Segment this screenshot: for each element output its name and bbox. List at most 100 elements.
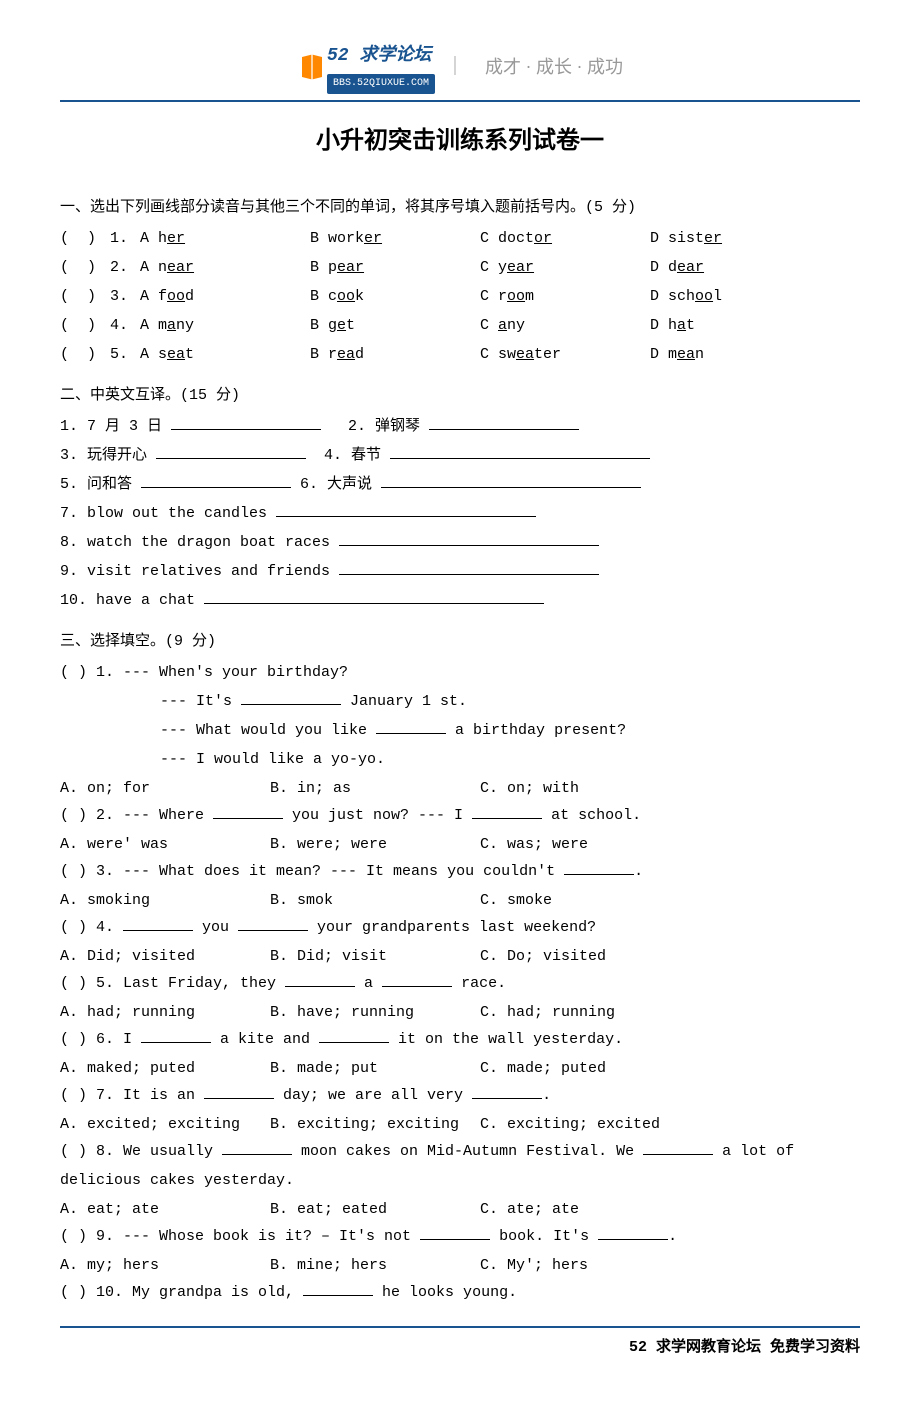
answer-blank[interactable] bbox=[420, 1225, 490, 1240]
divider-icon: | bbox=[449, 49, 461, 85]
answer-blank[interactable] bbox=[643, 1140, 713, 1155]
logo-url: BBS.52QIUXUE.COM bbox=[327, 74, 435, 94]
option-c: C. on; with bbox=[480, 775, 690, 802]
section1-heading: 一、选出下列画线部分读音与其他三个不同的单词，将其序号填入题前括号内。(5 分) bbox=[60, 194, 860, 221]
answer-blank[interactable] bbox=[472, 804, 542, 819]
q-num: 3. bbox=[110, 283, 140, 310]
option-b: B worker bbox=[310, 225, 480, 252]
answer-blank[interactable] bbox=[376, 719, 446, 734]
q-stem: --- I would like a yo-yo. bbox=[60, 746, 860, 773]
answer-bracket[interactable]: ( ) bbox=[60, 312, 110, 339]
answer-blank[interactable] bbox=[381, 473, 641, 488]
option-a: A. were' was bbox=[60, 831, 270, 858]
answer-blank[interactable] bbox=[204, 589, 544, 604]
table-row: ( ) 2. A near B pear C year D dear bbox=[60, 254, 860, 281]
answer-bracket[interactable]: ( ) bbox=[60, 254, 110, 281]
answer-blank[interactable] bbox=[564, 860, 634, 875]
answer-blank[interactable] bbox=[339, 560, 599, 575]
option-a: A. Did; visited bbox=[60, 943, 270, 970]
answer-blank[interactable] bbox=[319, 1028, 389, 1043]
answer-bracket[interactable]: ( ) bbox=[60, 283, 110, 310]
option-b: B cook bbox=[310, 283, 480, 310]
option-b: B. exciting; exciting bbox=[270, 1111, 480, 1138]
option-b: B pear bbox=[310, 254, 480, 281]
answer-blank[interactable] bbox=[382, 972, 452, 987]
q-label: 5. 问和答 bbox=[60, 476, 132, 493]
option-c: C. Do; visited bbox=[480, 943, 690, 970]
option-a: A her bbox=[140, 225, 310, 252]
option-c: C. My'; hers bbox=[480, 1252, 690, 1279]
option-b: B. Did; visit bbox=[270, 943, 480, 970]
q-stem: ( ) 9. --- Whose book is it? – It's not … bbox=[60, 1223, 860, 1250]
q-label: 1. 7 月 3 日 bbox=[60, 418, 162, 435]
option-b: B get bbox=[310, 312, 480, 339]
option-b: B. made; put bbox=[270, 1055, 480, 1082]
q-label: 7. blow out the candles bbox=[60, 505, 267, 522]
table-row: ( ) 1. A her B worker C doctor D sister bbox=[60, 225, 860, 252]
option-b: B read bbox=[310, 341, 480, 368]
options-row: A. my; hersB. mine; hersC. My'; hers bbox=[60, 1252, 860, 1279]
answer-blank[interactable] bbox=[171, 415, 321, 430]
answer-blank[interactable] bbox=[141, 1028, 211, 1043]
answer-blank[interactable] bbox=[141, 473, 291, 488]
answer-blank[interactable] bbox=[241, 690, 341, 705]
logo-text: 52 求学论坛 bbox=[327, 40, 431, 72]
option-b: B. smok bbox=[270, 887, 480, 914]
option-d: D hat bbox=[650, 312, 820, 339]
answer-blank[interactable] bbox=[472, 1084, 542, 1099]
answer-blank[interactable] bbox=[339, 531, 599, 546]
answer-blank[interactable] bbox=[222, 1140, 292, 1155]
q-label: 10. have a chat bbox=[60, 592, 195, 609]
answer-bracket[interactable]: ( ) bbox=[60, 341, 110, 368]
option-a: A. my; hers bbox=[60, 1252, 270, 1279]
tagline: 成才 · 成长 · 成功 bbox=[485, 51, 623, 83]
answer-bracket[interactable]: ( ) bbox=[60, 225, 110, 252]
answer-blank[interactable] bbox=[238, 916, 308, 931]
option-a: A near bbox=[140, 254, 310, 281]
q-stem: ( ) 3. --- What does it mean? --- It mea… bbox=[60, 858, 860, 885]
answer-blank[interactable] bbox=[285, 972, 355, 987]
options-row: A. had; runningB. have; runningC. had; r… bbox=[60, 999, 860, 1026]
q-stem: delicious cakes yesterday. bbox=[60, 1167, 860, 1194]
answer-blank[interactable] bbox=[429, 415, 579, 430]
q-stem: ( ) 5. Last Friday, they a race. bbox=[60, 970, 860, 997]
answer-blank[interactable] bbox=[276, 502, 536, 517]
q-stem: --- It's January 1 st. bbox=[60, 688, 860, 715]
book-icon bbox=[297, 52, 327, 82]
option-a: A. smoking bbox=[60, 887, 270, 914]
options-row: A. excited; excitingB. exciting; excitin… bbox=[60, 1111, 860, 1138]
q-stem: ( ) 8. We usually moon cakes on Mid-Autu… bbox=[60, 1138, 860, 1165]
option-d: D sister bbox=[650, 225, 820, 252]
option-c: C doctor bbox=[480, 225, 650, 252]
answer-blank[interactable] bbox=[204, 1084, 274, 1099]
option-d: D school bbox=[650, 283, 820, 310]
q-stem: ( ) 4. you your grandparents last weeken… bbox=[60, 914, 860, 941]
answer-blank[interactable] bbox=[213, 804, 283, 819]
q-label: 8. watch the dragon boat races bbox=[60, 534, 330, 551]
section2-heading: 二、中英文互译。(15 分) bbox=[60, 382, 860, 409]
answer-blank[interactable] bbox=[598, 1225, 668, 1240]
q-label: 2. 弹钢琴 bbox=[348, 418, 420, 435]
answer-blank[interactable] bbox=[303, 1281, 373, 1296]
q-num: 4. bbox=[110, 312, 140, 339]
option-c: C any bbox=[480, 312, 650, 339]
page-title: 小升初突击训练系列试卷一 bbox=[60, 120, 860, 163]
answer-blank[interactable] bbox=[156, 444, 306, 459]
option-c: C room bbox=[480, 283, 650, 310]
site-logo: 52 求学论坛 BBS.52QIUXUE.COM bbox=[297, 40, 435, 94]
option-b: B. were; were bbox=[270, 831, 480, 858]
q-stem: ( ) 2. --- Where you just now? --- I at … bbox=[60, 802, 860, 829]
q-num: 2. bbox=[110, 254, 140, 281]
answer-blank[interactable] bbox=[123, 916, 193, 931]
q-num: 5. bbox=[110, 341, 140, 368]
section3-heading: 三、选择填空。(9 分) bbox=[60, 628, 860, 655]
option-a: A many bbox=[140, 312, 310, 339]
option-c: C. smoke bbox=[480, 887, 690, 914]
option-a: A food bbox=[140, 283, 310, 310]
option-d: D mean bbox=[650, 341, 820, 368]
q-stem: ( ) 6. I a kite and it on the wall yeste… bbox=[60, 1026, 860, 1053]
answer-blank[interactable] bbox=[390, 444, 650, 459]
option-a: A. excited; exciting bbox=[60, 1111, 270, 1138]
table-row: ( ) 4. A many B get C any D hat bbox=[60, 312, 860, 339]
section2-body: 1. 7 月 3 日 2. 弹钢琴 3. 玩得开心 4. 春节 5. 问和答 6… bbox=[60, 413, 860, 614]
